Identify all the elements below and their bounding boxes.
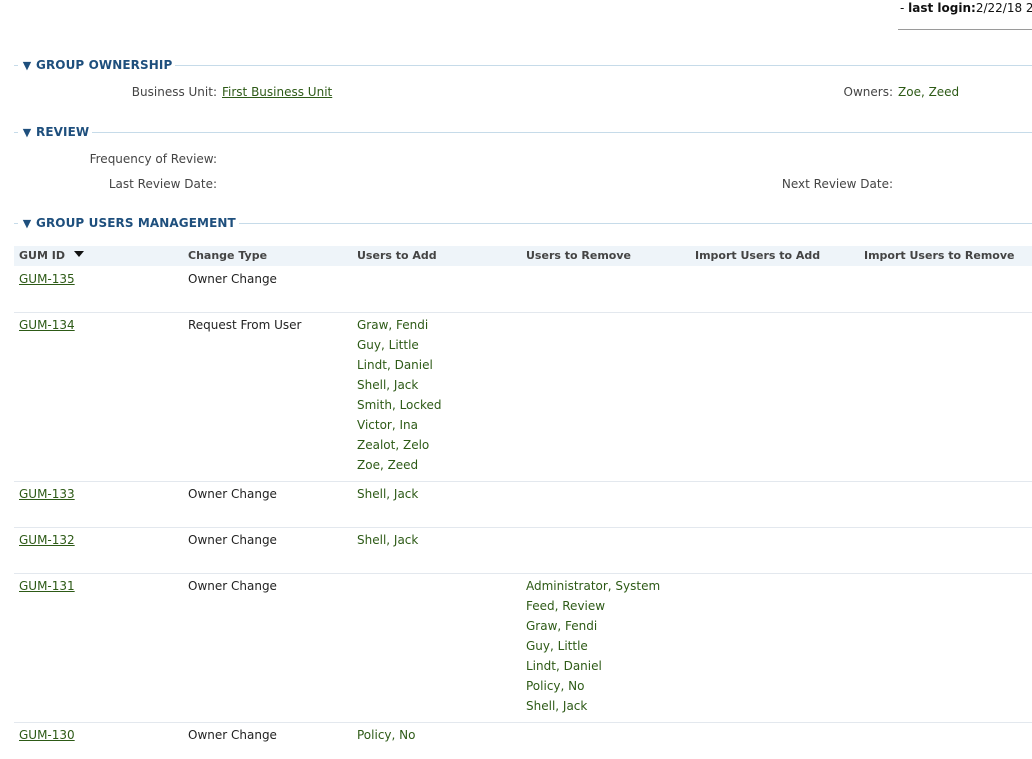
column-header-gum-id[interactable]: GUM ID <box>19 249 84 262</box>
column-header-users-to-add[interactable]: Users to Add <box>357 249 437 262</box>
section-divider <box>238 222 1032 224</box>
user-name: Shell, Jack <box>357 533 419 547</box>
change-type: Owner Change <box>188 272 277 286</box>
owners-value: Zoe, Zeed <box>898 85 960 99</box>
user-name: Zealot, Zelo <box>357 438 430 452</box>
collapse-triangle-icon[interactable]: ▼ <box>18 126 36 139</box>
column-header-import-users-to-add[interactable]: Import Users to Add <box>695 249 820 262</box>
user-name: Shell, Jack <box>526 699 588 713</box>
user-name: Guy, Little <box>357 338 419 352</box>
user-name: Victor, Ina <box>357 418 418 432</box>
column-header-import-users-to-remove[interactable]: Import Users to Remove <box>864 249 1014 262</box>
user-name: Shell, Jack <box>357 378 419 392</box>
last-login-info: - last login:2/22/18 2:42 <box>898 1 1032 30</box>
section-title: GROUP USERS MANAGEMENT <box>36 216 236 230</box>
gum-id-link[interactable]: GUM-131 <box>19 576 75 596</box>
next-review-date-label: Next Review Date: <box>781 177 893 191</box>
gum-id-link[interactable]: GUM-133 <box>19 484 75 504</box>
business-unit-label: Business Unit: <box>131 85 217 99</box>
section-divider <box>92 131 1032 133</box>
last-review-date-label: Last Review Date: <box>108 177 217 191</box>
change-type: Owner Change <box>188 487 277 501</box>
section-divider <box>175 64 1032 66</box>
users-to-add-list: Graw, Fendi Guy, Little Lindt, Daniel Shell… <box>357 315 442 475</box>
change-type: Owner Change <box>188 728 277 742</box>
user-name: Feed, Review <box>526 599 606 613</box>
row-divider <box>14 573 1032 574</box>
login-prefix: - <box>900 1 909 15</box>
gum-id-link[interactable]: GUM-134 <box>19 315 75 335</box>
user-name: Policy, No <box>357 728 416 742</box>
section-title: GROUP OWNERSHIP <box>36 58 173 72</box>
change-type: Request From User <box>188 318 302 332</box>
user-name: Shell, Jack <box>357 487 419 501</box>
business-unit-link[interactable]: First Business Unit <box>222 85 332 99</box>
section-group-users-management[interactable]: ▼ GROUP USERS MANAGEMENT <box>14 216 1032 230</box>
change-type: Owner Change <box>188 579 277 593</box>
user-name: Lindt, Daniel <box>357 358 433 372</box>
user-name: Zoe, Zeed <box>357 458 419 472</box>
gum-id-link[interactable]: GUM-135 <box>19 269 75 289</box>
frequency-of-review-label: Frequency of Review: <box>89 152 217 166</box>
user-name: Administrator, System <box>526 579 661 593</box>
section-group-ownership[interactable]: ▼ GROUP OWNERSHIP <box>14 58 1032 72</box>
users-to-add-list: Shell, Jack <box>357 530 418 550</box>
collapse-triangle-icon[interactable]: ▼ <box>18 59 36 72</box>
users-to-remove-list: Administrator, System Feed, Review Graw, F… <box>526 576 660 716</box>
users-to-add-list: Shell, Jack <box>357 484 418 504</box>
row-divider <box>14 527 1032 528</box>
column-header-change-type[interactable]: Change Type <box>188 249 267 262</box>
user-name: Lindt, Daniel <box>526 659 602 673</box>
change-type: Owner Change <box>188 533 277 547</box>
row-divider <box>14 481 1032 482</box>
sort-descending-icon[interactable] <box>73 251 84 257</box>
gum-id-link[interactable]: GUM-132 <box>19 530 75 550</box>
column-header-users-to-remove[interactable]: Users to Remove <box>526 249 631 262</box>
user-name: Smith, Locked <box>357 398 442 412</box>
user-name: Guy, Little <box>526 639 588 653</box>
user-name: Graw, Fendi <box>526 619 598 633</box>
users-to-add-list: Policy, No <box>357 725 415 745</box>
login-label: last login: <box>908 1 976 15</box>
user-name: Policy, No <box>526 679 585 693</box>
section-title: REVIEW <box>36 125 90 139</box>
owners-label: Owners: <box>843 85 893 99</box>
section-review[interactable]: ▼ REVIEW <box>14 125 1032 139</box>
row-divider <box>14 722 1032 723</box>
login-value: 2/22/18 2:42 <box>975 1 1032 15</box>
gum-id-link[interactable]: GUM-130 <box>19 725 75 745</box>
row-divider <box>14 312 1032 313</box>
user-name: Graw, Fendi <box>357 318 429 332</box>
collapse-triangle-icon[interactable]: ▼ <box>18 217 36 230</box>
